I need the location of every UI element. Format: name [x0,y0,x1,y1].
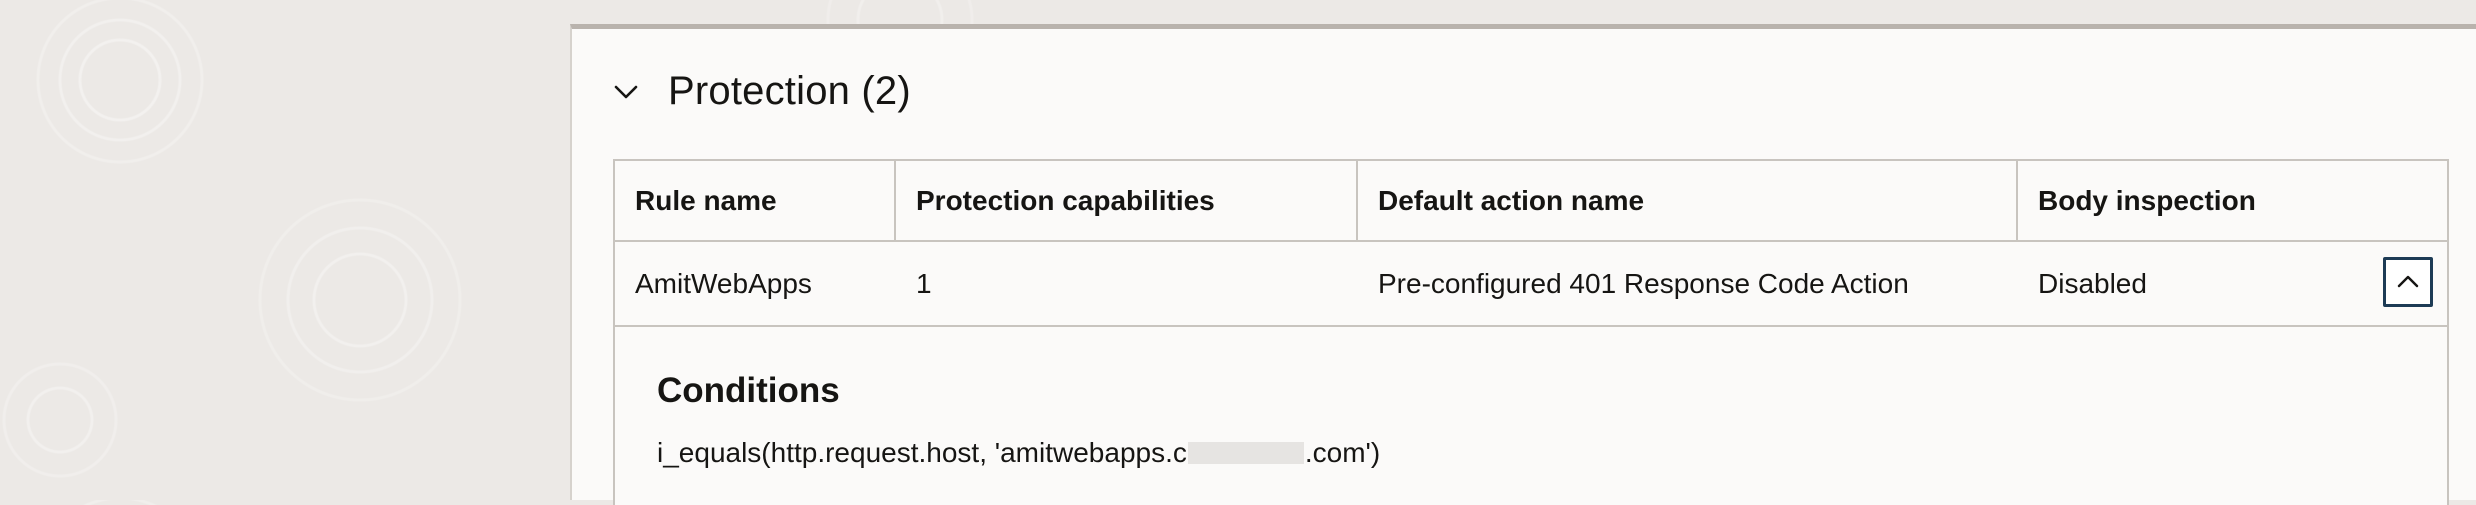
column-header-default-action-name[interactable]: Default action name [1358,161,2018,240]
cell-protection-capabilities: 1 [916,267,932,299]
collapse-row-button[interactable] [2383,257,2433,307]
chevron-down-icon [612,78,640,106]
section-title: Protection (2) [668,69,911,113]
row-detail: Conditions i_equals(http.request.host, '… [615,327,2447,469]
conditions-heading: Conditions [657,371,840,410]
column-header-rule-name[interactable]: Rule name [615,161,896,240]
condition-text-suffix: .com') [1304,437,1381,468]
condition-expression: i_equals(http.request.host, 'amitwebapps… [657,437,2447,469]
table-row[interactable]: AmitWebApps 1 Pre-configured 401 Respons… [615,242,2447,327]
chevron-up-icon [2397,275,2419,288]
protection-panel: Protection (2) Rule name Protection capa… [570,24,2476,505]
column-header-body-inspection[interactable]: Body inspection [2018,161,2447,240]
cell-rule-name: AmitWebApps [635,267,812,299]
column-header-protection-capabilities[interactable]: Protection capabilities [896,161,1358,240]
section-toggle[interactable]: Protection (2) [612,69,911,114]
redaction-block [1187,442,1304,464]
table-header: Rule name Protection capabilities Defaul… [615,161,2447,242]
condition-text-prefix: i_equals(http.request.host, 'amitwebapps… [657,437,1187,468]
rules-table: Rule name Protection capabilities Defaul… [613,159,2449,505]
cell-default-action-name: Pre-configured 401 Response Code Action [1378,267,1909,299]
